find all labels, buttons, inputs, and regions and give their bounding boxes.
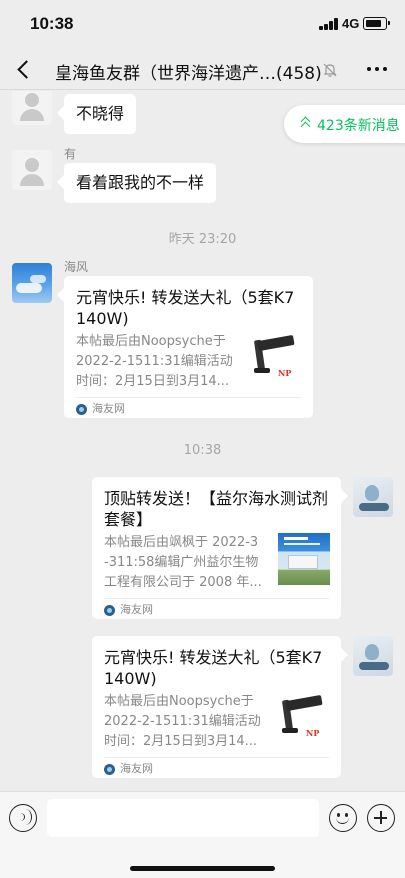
haiyou-logo-icon: [104, 605, 115, 616]
back-button[interactable]: [10, 54, 38, 84]
haiyou-logo-icon: [104, 764, 115, 775]
card-description: 本帖最后由Noopsyche于 2022-2-1511:31编辑活动 时间：2月…: [76, 334, 233, 389]
haiyou-logo-icon: [76, 404, 87, 415]
plus-icon[interactable]: [367, 804, 395, 832]
unread-messages-button[interactable]: 423条新消息: [284, 105, 405, 143]
member-count: (458): [276, 64, 322, 84]
message-bubble[interactable]: 不晓得: [64, 94, 137, 134]
home-indicator: [130, 866, 275, 871]
unread-count-label: 423条新消息: [317, 118, 400, 134]
message-input[interactable]: [47, 799, 319, 837]
card-title: 元宵快乐! 转发送大礼（5套K7 140W): [104, 648, 323, 688]
avatar[interactable]: [353, 477, 393, 517]
message-text: 不晓得: [76, 104, 125, 123]
card-source: 海友网: [104, 598, 329, 622]
card-title: 元宵快乐! 转发送大礼（5套K7 140W): [76, 288, 295, 328]
card-source: 海友网: [76, 397, 301, 421]
card-source-name: 海友网: [92, 402, 125, 415]
chat-header: 皇海鱼友群（世界海洋遗产…(458): [0, 48, 405, 90]
message-bubble[interactable]: 看着跟我的不一样: [64, 163, 217, 203]
signal-icon: [319, 18, 339, 30]
more-button[interactable]: [364, 56, 390, 82]
time-separator: 昨天 23:20: [168, 232, 237, 247]
input-bar: [0, 791, 405, 878]
bell-off-icon: [323, 63, 337, 77]
link-card[interactable]: 元宵快乐! 转发送大礼（5套K7 140W) 本帖最后由Noopsyche于 2…: [64, 276, 313, 418]
avatar[interactable]: [12, 263, 52, 303]
time-separator: 10:38: [183, 443, 222, 458]
chat-title[interactable]: 皇海鱼友群（世界海洋遗产…(458): [55, 59, 323, 84]
link-card[interactable]: 顶贴转发送！【益尔海水测试剂套餐】 本帖最后由飒枫于 2022-3 -311:5…: [92, 477, 341, 619]
voice-icon[interactable]: [9, 804, 37, 832]
double-chevron-up-icon: [299, 115, 313, 131]
link-card[interactable]: 元宵快乐! 转发送大礼（5套K7 140W) 本帖最后由Noopsyche于 2…: [92, 636, 341, 778]
emoji-icon[interactable]: [329, 804, 357, 832]
message-text: 看着跟我的不一样: [76, 173, 205, 192]
avatar[interactable]: [12, 91, 52, 125]
card-source-name: 海友网: [120, 762, 153, 775]
card-thumbnail: NP: [250, 332, 302, 384]
ellipsis-icon: [367, 67, 371, 71]
battery-icon: [363, 17, 390, 30]
chat-area[interactable]: 不晓得 有 看着跟我的不一样 昨天 23:20 海风 元宵快乐! 转发送大礼（5…: [0, 91, 405, 791]
group-name: 皇海鱼友群（世界海洋遗产…: [55, 64, 276, 84]
card-source: 海友网: [104, 757, 329, 781]
sender-name: 海风: [64, 260, 89, 274]
card-description: 本帖最后由飒枫于 2022-3 -311:58编辑广州益尔生物 工程有限公司于 …: [104, 535, 262, 590]
avatar[interactable]: [353, 636, 393, 676]
avatar[interactable]: [12, 150, 52, 190]
card-source-name: 海友网: [120, 603, 153, 616]
card-thumbnail: [278, 533, 330, 585]
status-time: 10:38: [30, 14, 74, 33]
card-description: 本帖最后由Noopsyche于 2022-2-1511:31编辑活动 时间：2月…: [104, 694, 261, 749]
network-type: 4G: [342, 16, 360, 31]
card-title: 顶贴转发送！【益尔海水测试剂套餐】: [104, 489, 329, 529]
card-thumbnail: NP: [278, 692, 330, 744]
status-bar: 10:38 4G: [0, 0, 405, 48]
sender-name: 有: [64, 147, 77, 161]
